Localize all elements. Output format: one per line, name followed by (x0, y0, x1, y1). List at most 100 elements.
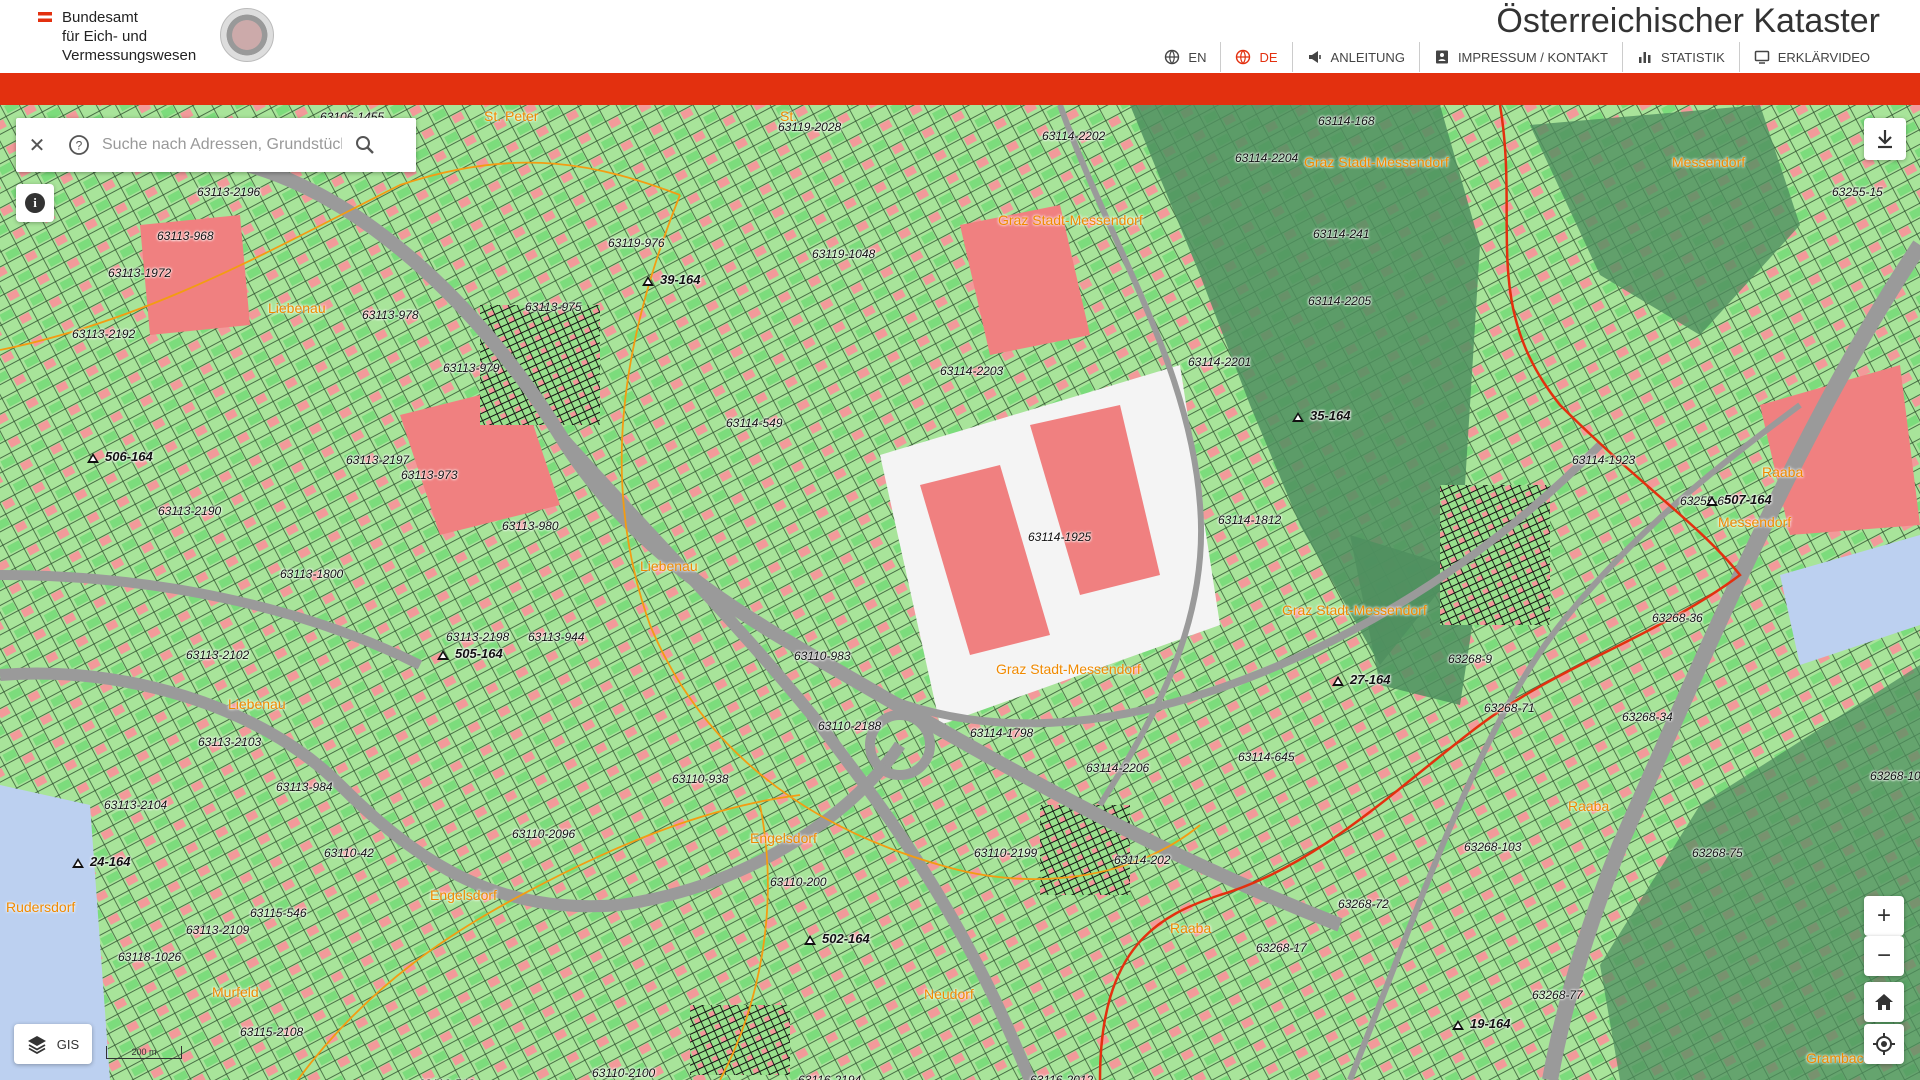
place-name-label: Rudersdorf (6, 899, 76, 915)
place-name-label: Liebenau (228, 696, 286, 712)
place-name-label: Raaba (1762, 464, 1804, 480)
megaphone-icon (1307, 49, 1323, 65)
parcel-number-label: 63114-2204 (1235, 151, 1299, 165)
top-navigation: EN DE ANLEITUNG IMPRESSUM / KONTAKT STATISTI… (1150, 42, 1884, 74)
parcel-number-label: 63114-168 (1318, 114, 1375, 128)
triangulation-point-icon (437, 650, 449, 660)
parcel-number-label: 63113-2103 (198, 735, 262, 749)
parcel-number-label: 63119-976 (608, 236, 665, 250)
clear-search-button[interactable]: ✕ (16, 118, 58, 172)
nav-en[interactable]: EN (1150, 42, 1220, 72)
nav-label: ANLEITUNG (1330, 49, 1405, 65)
place-name-label: Graz Stadt-Messendorf (998, 212, 1143, 228)
map-base-layer (0, 105, 1920, 1080)
parcel-number-label: 63268-36 (1652, 611, 1703, 625)
zoom-in-button[interactable]: + (1864, 896, 1904, 936)
triangulation-point-icon (87, 453, 99, 463)
place-name-label: Neudorf (924, 986, 974, 1002)
nav-label: ERKLÄRVIDEO (1777, 49, 1870, 65)
parcel-number-label: 63255-15 (1832, 185, 1883, 199)
info-button[interactable]: i (16, 184, 54, 222)
parcel-number-label: 63110-983 (794, 649, 851, 663)
parcel-number-label: 63268-34 (1622, 710, 1673, 724)
point-number-label: 39-164 (660, 272, 701, 287)
triangulation-point-icon (804, 935, 816, 945)
point-number-label: 27-164 (1350, 672, 1391, 687)
nav-label: IMPRESSUM / KONTAKT (1457, 49, 1608, 65)
parcel-number-label: 63114-2205 (1308, 294, 1372, 308)
parcel-number-label: 63113-2109 (186, 923, 250, 937)
nav-statistik[interactable]: STATISTIK (1621, 42, 1739, 72)
gis-layers-button[interactable]: GIS (14, 1024, 92, 1064)
download-button[interactable] (1864, 118, 1906, 160)
parcel-number-label: 63114-1925 (1028, 530, 1092, 544)
parcel-number-label: 63113-2197 (346, 453, 410, 467)
nav-impressum-kontakt[interactable]: IMPRESSUM / KONTAKT (1418, 42, 1622, 72)
svg-text:?: ? (76, 139, 83, 153)
parcel-number-label: 63113-2196 (197, 185, 261, 199)
parcel-number-label: 63113-978 (362, 308, 419, 322)
nav-erklärvideo[interactable]: ERKLÄRVIDEO (1738, 42, 1884, 72)
parcel-number-label: 63115-2108 (240, 1025, 304, 1039)
close-icon: ✕ (28, 134, 46, 157)
parcel-number-label: 63113-979 (443, 361, 500, 375)
page-title: Österreichischer Kataster (1496, 2, 1880, 40)
search-input[interactable] (100, 135, 344, 155)
search-help-button[interactable]: ? (58, 118, 100, 172)
search-bar: ✕ ? (16, 118, 416, 172)
place-name-label: Graz Stadt-Messendorf (996, 661, 1141, 677)
nav-anleitung[interactable]: ANLEITUNG (1291, 42, 1419, 72)
nav-label: STATISTIK (1660, 49, 1725, 65)
place-name-label: Raaba (1170, 920, 1212, 936)
header-bar: Bundesamt für Eich- und Vermessungswesen… (0, 0, 1920, 73)
cadastre-map[interactable]: 63106-1455 63113-2196 63113-968 63113-1972 6… (0, 105, 1920, 1080)
parcel-number-label: 63110-938 (672, 772, 729, 786)
accent-bar (0, 73, 1920, 105)
point-number-label: 506-164 (105, 449, 153, 464)
parcel-number-label: 63116-2012 (1030, 1073, 1094, 1080)
place-name-label: Liebenau (268, 300, 326, 316)
point-number-label: 507-164 (1724, 492, 1772, 507)
parcel-number-label: 63113-2198 (446, 630, 510, 644)
parcel-number-label: 63113-2192 (72, 327, 136, 341)
place-name-label: Grambach (1806, 1050, 1872, 1066)
parcel-number-label: 63118-1026 (118, 950, 182, 964)
place-name-label: Graz Stadt-Messendorf (1282, 602, 1427, 618)
search-button[interactable] (344, 118, 386, 172)
home-button[interactable] (1864, 982, 1904, 1022)
parcel-number-label: 63268-103 (1464, 840, 1522, 854)
parcel-number-label: 63114-2203 (940, 364, 1004, 378)
parcel-number-label: 63114-2201 (1188, 355, 1252, 369)
globe-icon (1235, 49, 1251, 65)
nav-label: DE (1259, 49, 1278, 65)
gis-label: GIS (56, 1036, 80, 1052)
triangulation-point-icon (1452, 1020, 1464, 1030)
place-name-label: Murfeld (212, 984, 259, 1000)
parcel-number-label: 63268-77 (1532, 988, 1583, 1002)
bar-chart-icon (1637, 49, 1653, 65)
nav-de[interactable]: DE (1220, 42, 1291, 72)
parcel-number-label: 63113-2190 (158, 504, 222, 518)
place-name-label: Messendorf (1718, 514, 1792, 530)
point-number-label: 24-164 (90, 854, 131, 869)
place-name-label: Engelsdorf (750, 830, 817, 846)
parcel-number-label: 63114-202 (1114, 853, 1171, 867)
zoom-out-button[interactable]: − (1864, 936, 1904, 976)
parcel-number-label: 63110-2096 (512, 827, 576, 841)
triangulation-point-icon (1706, 496, 1718, 506)
scale-label: 200 m (131, 1047, 157, 1057)
place-name-label: Liebenau (640, 558, 698, 574)
parcel-number-label: 63115-546 (250, 906, 307, 920)
parcel-number-label: 63268-17 (1256, 941, 1307, 955)
parcel-number-label: 63268-75 (1692, 846, 1743, 860)
parcel-number-label: 63113-980 (502, 519, 559, 533)
parcel-number-label: 63114-645 (1238, 750, 1295, 764)
parcel-number-label: 63113-975 (525, 300, 582, 314)
locate-button[interactable] (1864, 1024, 1904, 1064)
point-number-label: 502-164 (822, 931, 870, 946)
parcel-number-label: 63113-973 (401, 468, 458, 482)
austrian-flag-icon (38, 12, 52, 22)
place-name-label: Messendorf (1672, 154, 1746, 170)
parcel-number-label: 63114-1923 (1572, 453, 1636, 467)
parcel-number-label: 63116-2194 (798, 1073, 862, 1080)
